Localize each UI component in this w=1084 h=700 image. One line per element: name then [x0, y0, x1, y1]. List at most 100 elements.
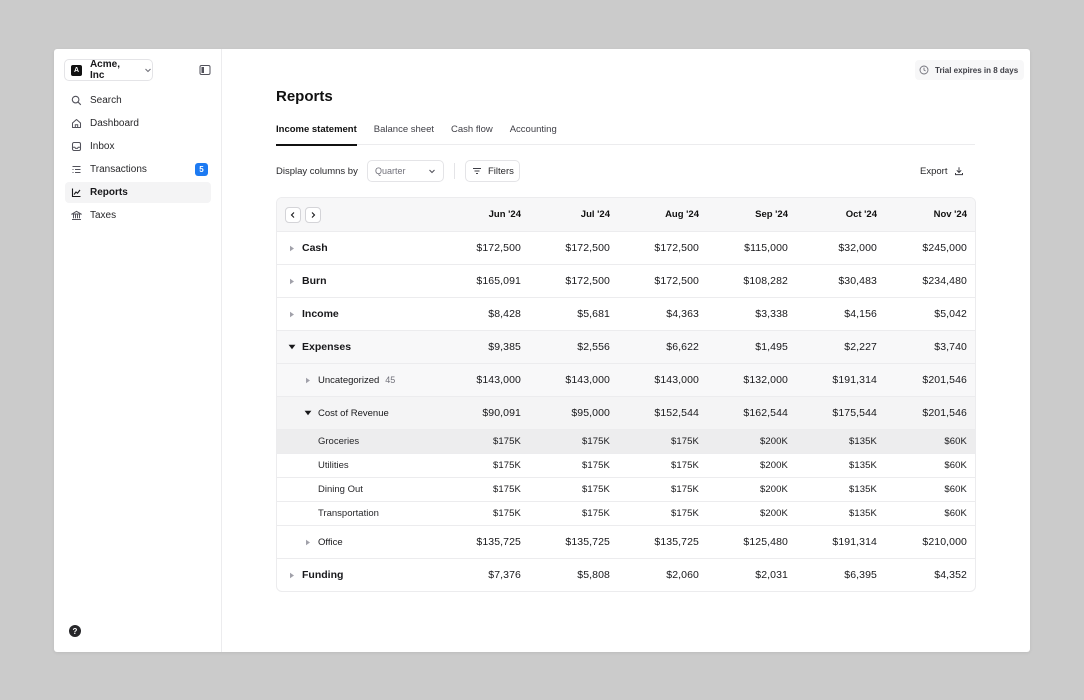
table-cell: $2,060	[666, 569, 699, 581]
row-label: Dining Out	[318, 478, 363, 501]
column-header: Nov '24	[933, 209, 967, 220]
row-label: Burn	[287, 265, 327, 297]
table-cell: $135,725	[565, 536, 610, 548]
table-row-expenses[interactable]: Expenses $9,385 $2,556 $6,622 $1,495 $2,227 $3…	[277, 330, 975, 363]
sidebar-item-taxes[interactable]: Taxes	[65, 205, 211, 226]
chart-icon	[70, 187, 82, 199]
table-row-office[interactable]: Office $135,725 $135,725 $135,725 $125,480 $1…	[277, 525, 975, 558]
row-count: 45	[385, 375, 396, 385]
row-label: Cost of Revenue	[303, 397, 389, 429]
table-cell: $172,500	[565, 242, 610, 254]
sidebar-item-dashboard[interactable]: Dashboard	[65, 113, 211, 134]
table-cell: $175K	[582, 460, 610, 471]
table-cell: $5,042	[934, 308, 967, 320]
table-cell: $175K	[671, 484, 699, 495]
table-cell: $135,725	[654, 536, 699, 548]
table-cell: $4,363	[666, 308, 699, 320]
table-cell: $9,385	[488, 341, 521, 353]
table-cell: $201,546	[922, 407, 967, 419]
table-cell: $60K	[944, 436, 967, 447]
filters-button[interactable]: Filters	[465, 160, 520, 182]
sidebar-nav: Search Dashboard Inbox Transactions 5 Re…	[65, 90, 211, 228]
table-cell: $143,000	[654, 374, 699, 386]
list-icon	[70, 164, 82, 176]
table-row-cash[interactable]: Cash $172,500 $172,500 $172,500 $115,000 $32,…	[277, 231, 975, 264]
table-cell: $5,681	[577, 308, 610, 320]
caret-down-icon[interactable]	[303, 410, 313, 416]
row-label: Office	[303, 526, 343, 558]
table-cell: $200K	[760, 436, 788, 447]
sidebar-item-label: Reports	[90, 187, 128, 198]
row-label-text: Funding	[302, 569, 344, 581]
row-label-text: Burn	[302, 275, 327, 287]
caret-right-icon[interactable]	[303, 539, 313, 546]
table-row-funding[interactable]: Funding $7,376 $5,808 $2,060 $2,031 $6,395 $4,…	[277, 558, 975, 591]
caret-right-icon[interactable]	[287, 278, 297, 285]
tab-balance-sheet[interactable]: Balance sheet	[374, 121, 434, 145]
table-cell: $132,000	[743, 374, 788, 386]
caret-right-icon[interactable]	[303, 377, 313, 384]
table-row-burn[interactable]: Burn $165,091 $172,500 $172,500 $108,282 $30,…	[277, 264, 975, 297]
table-cell: $90,091	[482, 407, 521, 419]
tab-income-statement[interactable]: Income statement	[276, 121, 357, 146]
sidebar: A Acme, Inc Search Dashboard Inbox Trans…	[54, 49, 222, 652]
clock-icon	[919, 65, 929, 75]
sidebar-item-search[interactable]: Search	[65, 90, 211, 111]
row-label: Utilities	[318, 454, 349, 477]
table-cell: $175K	[493, 508, 521, 519]
sidebar-item-inbox[interactable]: Inbox	[65, 136, 211, 157]
table-row-groceries: Groceries $175K $175K $175K $200K $135K $60K	[277, 429, 975, 453]
table-cell: $175K	[582, 436, 610, 447]
table-cell: $234,480	[922, 275, 967, 287]
table-cell: $191,314	[832, 374, 877, 386]
trial-text: Trial expires in 8 days	[935, 65, 1019, 75]
tab-cash-flow[interactable]: Cash flow	[451, 121, 493, 145]
table-cell: $60K	[944, 484, 967, 495]
caret-right-icon[interactable]	[287, 572, 297, 579]
org-switcher[interactable]: A Acme, Inc	[64, 59, 153, 81]
prev-period-button[interactable]	[285, 207, 301, 223]
toolbar-divider	[454, 163, 455, 179]
chevron-down-icon	[429, 169, 435, 174]
trial-badge: Trial expires in 8 days	[915, 60, 1025, 80]
table-cell: $5,808	[577, 569, 610, 581]
row-label-text: Cost of Revenue	[318, 407, 389, 419]
table-cell: $172,500	[565, 275, 610, 287]
caret-right-icon[interactable]	[287, 245, 297, 252]
table-cell: $2,031	[755, 569, 788, 581]
table-cell: $135K	[849, 436, 877, 447]
table-cell: $32,000	[838, 242, 877, 254]
export-button[interactable]: Export	[920, 160, 964, 182]
table-cell: $200K	[760, 460, 788, 471]
table-cell: $175K	[582, 484, 610, 495]
row-label-text: Dining Out	[318, 484, 363, 495]
table-cell: $115,000	[744, 242, 788, 254]
row-label: Uncategorized 45	[303, 364, 395, 396]
table-cell: $95,000	[571, 407, 610, 419]
tab-accounting[interactable]: Accounting	[510, 121, 557, 145]
caret-down-icon[interactable]	[287, 344, 297, 350]
table-row-uncategorized[interactable]: Uncategorized 45 $143,000 $143,000 $143,000 $…	[277, 363, 975, 396]
sidebar-item-transactions[interactable]: Transactions 5	[65, 159, 211, 180]
sidebar-item-label: Inbox	[90, 141, 115, 152]
next-period-button[interactable]	[305, 207, 321, 223]
help-icon[interactable]: ?	[69, 625, 81, 637]
period-select-placeholder: Quarter	[375, 166, 406, 176]
table-cell: $162,544	[743, 407, 788, 419]
table-cell: $175K	[582, 508, 610, 519]
table-cell: $7,376	[488, 569, 521, 581]
sidebar-item-reports[interactable]: Reports	[65, 182, 211, 203]
period-select[interactable]: Quarter	[367, 160, 444, 182]
caret-right-icon[interactable]	[287, 311, 297, 318]
table-row-dining-out: Dining Out $175K $175K $175K $200K $135K $60K	[277, 477, 975, 501]
sidebar-toggle-icon[interactable]	[199, 64, 211, 76]
table-cell: $135,725	[476, 536, 521, 548]
table-cell: $3,740	[934, 341, 967, 353]
table-cell: $135K	[849, 508, 877, 519]
table-cell: $175,544	[832, 407, 877, 419]
row-label: Expenses	[287, 331, 351, 363]
table-row-income[interactable]: Income $8,428 $5,681 $4,363 $3,338 $4,156 $5,0…	[277, 297, 975, 330]
inbox-icon	[70, 141, 82, 153]
table-cell: $4,352	[934, 569, 967, 581]
table-row-cost-of-revenue[interactable]: Cost of Revenue $90,091 $95,000 $152,544 $16…	[277, 396, 975, 429]
